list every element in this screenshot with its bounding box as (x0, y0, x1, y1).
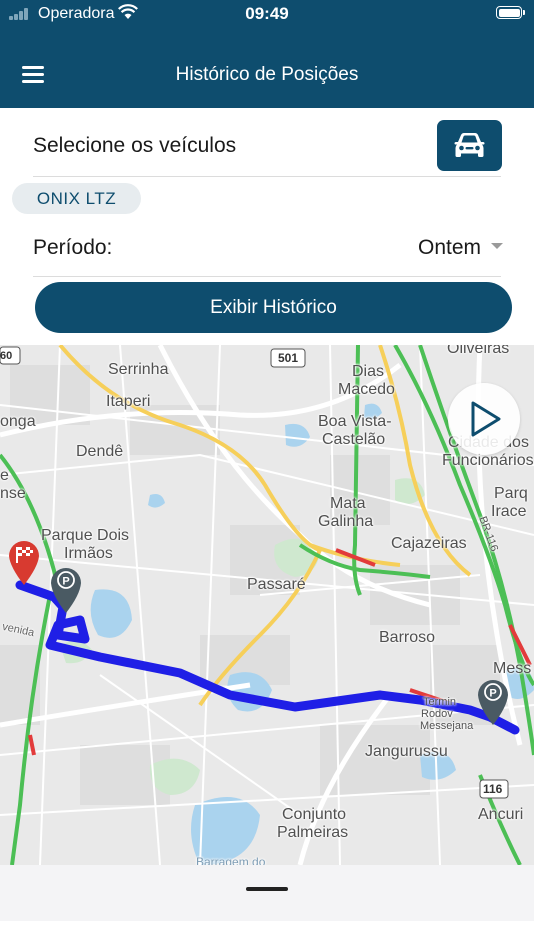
map-label-irmaos: Irmãos (64, 545, 113, 562)
map-label-passare: Passaré (247, 576, 306, 593)
bottom-sheet (0, 865, 534, 921)
map-label-itaperi: Itaperi (106, 393, 151, 410)
map-label-messejana: Messejana (420, 720, 474, 732)
route-end-flag-marker[interactable] (6, 537, 42, 587)
map-label-cajazeiras: Cajazeiras (391, 535, 467, 552)
parking-marker[interactable]: P (47, 563, 85, 615)
svg-text:P: P (62, 576, 69, 588)
divider (33, 176, 501, 177)
period-value: Ontem (418, 236, 482, 259)
map-label-barragem: Barragem do (196, 855, 266, 865)
select-vehicles-button[interactable] (437, 120, 502, 171)
vehicle-select-row: Selecione os veículos (0, 108, 534, 178)
app-header: Histórico de Posições (0, 30, 534, 108)
map-label-serrinha: Serrinha (108, 361, 169, 378)
period-label: Período: (33, 236, 113, 259)
map-label-dias: Dias (352, 363, 385, 380)
divider (33, 276, 501, 277)
road-shield-501: 501 (278, 351, 299, 365)
map-label-irace: Irace (491, 503, 527, 520)
map-label-palmeiras: Palmeiras (277, 824, 349, 841)
map-label-nse-upper: e (0, 467, 9, 484)
map-label-galinha: Galinha (318, 513, 374, 530)
clock: 09:49 (245, 4, 289, 23)
vehicle-chip[interactable]: ONIX LTZ (12, 183, 141, 214)
map-label-ancuri: Ancuri (478, 806, 524, 823)
map-label-parq: Parq (494, 485, 528, 502)
show-history-button[interactable]: Exibir Histórico (35, 282, 512, 333)
svg-text:P: P (489, 688, 496, 700)
map-label-castelao: Castelão (322, 431, 386, 448)
bottom-sheet-handle[interactable] (246, 887, 288, 891)
battery-icon (496, 6, 525, 19)
road-shield-116: 116 (483, 782, 503, 796)
road-shield-60: 60 (0, 350, 13, 362)
map-label-rodov: Rodov (421, 708, 453, 720)
map-label-oliveiras: Oliveiras (447, 345, 510, 357)
period-dropdown[interactable]: Ontem (418, 236, 504, 260)
map-label-dende: Dendê (76, 443, 124, 460)
footer (0, 921, 534, 950)
dropdown-caret-icon (491, 243, 504, 250)
play-route-button[interactable] (448, 383, 520, 455)
map-label-terminal: Termin (423, 696, 457, 708)
map-label-mata: Mata (330, 495, 366, 512)
map-label-conjunto: Conjunto (282, 806, 347, 823)
map-view[interactable]: 60 501 116 Oliveiras Serrinha Itaperi Di… (0, 345, 534, 865)
status-bar: Operadora 09:49 (0, 0, 534, 30)
map-label-onga: onga (0, 413, 36, 430)
parking-marker[interactable]: P (474, 675, 512, 727)
map-label-macedo: Macedo (338, 381, 395, 398)
map-label-boa-vista: Boa Vista- (318, 413, 392, 430)
map-label-jangurussu: Jangurussu (365, 743, 448, 760)
vehicle-select-label: Selecione os veículos (33, 134, 237, 157)
map-label-parque-dois: Parque Dois (41, 527, 130, 544)
map-label-nse: nse (0, 485, 26, 502)
page-title: Histórico de Posições (175, 64, 359, 85)
play-icon (471, 401, 501, 437)
car-icon (454, 133, 485, 157)
map-label-barroso: Barroso (379, 629, 436, 646)
